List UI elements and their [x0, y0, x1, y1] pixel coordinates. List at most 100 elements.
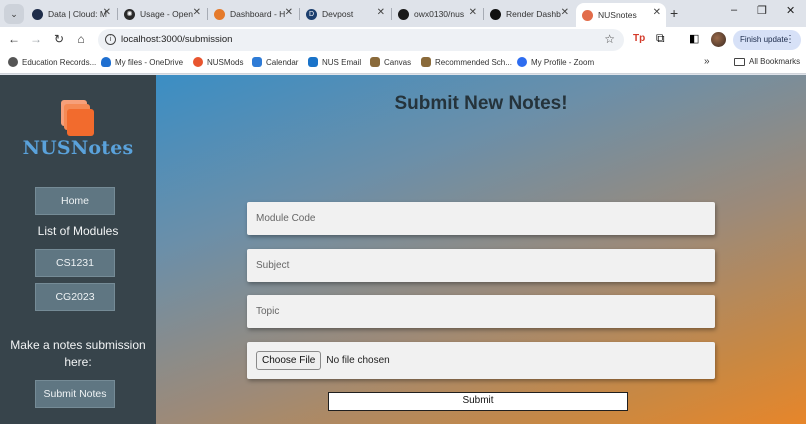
bookmark-recommended-schedule[interactable]: Recommended Sch...	[421, 57, 512, 67]
subject-input[interactable]	[247, 249, 715, 282]
bookmark-label: NUSMods	[207, 57, 244, 67]
tab-title: Devpost	[322, 9, 354, 19]
modules-heading: List of Modules	[37, 224, 119, 238]
calendar-icon	[252, 57, 262, 67]
side-panel-icon[interactable]: ◧	[689, 32, 699, 45]
tab-render-dashboard[interactable]: Render Dashb ✕	[484, 3, 574, 25]
openai-icon: ✺	[124, 8, 135, 20]
devpost-icon: D	[306, 8, 317, 20]
zoom-icon	[517, 57, 527, 67]
bookmark-label: NUS Email	[322, 57, 362, 67]
tab-title: owx0130/nus	[414, 9, 465, 19]
notes-stack-logo-icon	[61, 100, 94, 136]
tab-strip: ⌄ Data | Cloud: M ✕ ✺ Usage - Open ✕ Das…	[0, 0, 806, 27]
menu-dots-icon: ⋮	[785, 34, 795, 45]
tab-title: NUSnotes	[598, 10, 637, 20]
submission-form-area: Submit New Notes! Choose File No file ch…	[156, 75, 806, 424]
bookmarks-bar: Education Records... My files - OneDrive…	[0, 53, 806, 74]
close-icon[interactable]: ✕	[193, 7, 201, 18]
close-icon[interactable]: ✕	[653, 7, 661, 18]
bookmarks-overflow-button[interactable]: »	[704, 56, 710, 67]
home-button[interactable]: Home	[35, 187, 115, 215]
render-icon	[490, 8, 501, 20]
tab-data-cloud[interactable]: Data | Cloud: M ✕	[26, 3, 116, 25]
all-bookmarks-button[interactable]: All Bookmarks	[734, 57, 800, 66]
bookmark-label: Education Records...	[22, 57, 97, 67]
tab-usage-openai[interactable]: ✺ Usage - Open ✕	[118, 3, 206, 25]
module-code-field	[247, 202, 715, 235]
bookmark-favicon-icon	[8, 57, 18, 67]
url-text[interactable]: localhost:3000/submission	[121, 34, 232, 45]
reload-button[interactable]: ↻	[51, 32, 67, 46]
browser-toolbar: ← → ↻ ⌂ i localhost:3000/submission ☆ Tp…	[0, 27, 806, 53]
bookmark-nus-email[interactable]: NUS Email	[308, 57, 361, 67]
topic-field	[247, 295, 715, 328]
tab-title: Data | Cloud: M	[48, 9, 107, 19]
submit-button[interactable]: Submit	[328, 392, 628, 411]
bookmark-label: My files - OneDrive	[115, 57, 184, 67]
tab-favicon-icon	[32, 8, 43, 20]
minimize-button[interactable]: –	[731, 4, 737, 16]
folder-icon	[734, 57, 745, 66]
page-title: Submit New Notes!	[394, 93, 568, 114]
module-button-cs1231[interactable]: CS1231	[35, 249, 115, 277]
bookmark-label: Canvas	[384, 57, 412, 67]
close-icon[interactable]: ✕	[377, 7, 385, 18]
sidebar: NUSNotes Home List of Modules CS1231 CG2…	[0, 75, 156, 424]
app-logo-text: NUSNotes	[22, 137, 134, 159]
home-button[interactable]: ⌂	[73, 32, 89, 46]
bookmark-label: Calendar	[266, 57, 299, 67]
tab-devpost[interactable]: D Devpost ✕	[300, 3, 390, 25]
bookmark-zoom-profile[interactable]: My Profile - Zoom	[517, 57, 594, 67]
subject-field	[247, 249, 715, 282]
github-icon	[398, 8, 409, 20]
choose-file-button[interactable]: Choose File	[256, 351, 322, 370]
tab-title: Render Dashb	[506, 9, 561, 19]
finish-update-label: Finish update	[740, 35, 789, 44]
extension-icon[interactable]: Tp	[633, 33, 645, 44]
bookmark-label: Recommended Sch...	[435, 57, 512, 67]
tab-nusnotes[interactable]: NUSnotes ✕	[576, 3, 666, 27]
forward-button[interactable]: →	[28, 32, 44, 46]
file-status-text: No file chosen	[326, 355, 390, 366]
bookmark-nusmods[interactable]: NUSMods	[193, 57, 243, 67]
page-viewport: NUSNotes Home List of Modules CS1231 CG2…	[0, 75, 806, 424]
nus-crest-icon	[370, 57, 380, 67]
new-tab-button[interactable]: +	[670, 5, 678, 21]
restore-button[interactable]: ❐	[757, 4, 767, 17]
tab-favicon-icon	[214, 8, 225, 20]
close-icon[interactable]: ✕	[285, 7, 293, 18]
module-button-cg2023[interactable]: CG2023	[35, 283, 115, 311]
tab-github[interactable]: owx0130/nus ✕	[392, 3, 482, 25]
close-icon[interactable]: ✕	[469, 7, 477, 18]
extensions-puzzle-icon[interactable]: ⧉	[656, 31, 665, 46]
file-upload-field: Choose File No file chosen	[247, 342, 715, 379]
bookmark-calendar[interactable]: Calendar	[252, 57, 298, 67]
tab-search-button[interactable]: ⌄	[4, 4, 24, 24]
tab-dashboard[interactable]: Dashboard - H ✕	[208, 3, 298, 25]
close-window-button[interactable]: ✕	[786, 4, 795, 17]
submission-prompt-line1: Make a notes submission	[10, 338, 146, 352]
tab-title: Usage - Open	[140, 9, 193, 19]
back-button[interactable]: ←	[6, 32, 22, 46]
tab-title: Dashboard - H	[230, 9, 286, 19]
outlook-icon	[308, 57, 318, 67]
finish-update-button[interactable]: Finish update ⋮	[733, 30, 801, 50]
tab-favicon-icon	[582, 9, 593, 21]
nusmods-icon	[193, 57, 203, 67]
bookmark-education-records[interactable]: Education Records...	[8, 57, 96, 67]
submission-prompt-line2: here:	[64, 355, 92, 369]
profile-avatar[interactable]	[711, 32, 726, 47]
close-icon[interactable]: ✕	[103, 7, 111, 18]
bookmark-star-icon[interactable]: ☆	[604, 32, 615, 46]
submit-notes-button[interactable]: Submit Notes	[35, 380, 115, 408]
site-info-icon[interactable]: i	[105, 34, 116, 45]
module-code-input[interactable]	[247, 202, 715, 235]
nus-crest-icon	[421, 57, 431, 67]
all-bookmarks-label: All Bookmarks	[749, 57, 801, 66]
close-icon[interactable]: ✕	[561, 7, 569, 18]
bookmark-onedrive[interactable]: My files - OneDrive	[101, 57, 183, 67]
topic-input[interactable]	[247, 295, 715, 328]
bookmark-canvas[interactable]: Canvas	[370, 57, 411, 67]
address-bar[interactable]: i localhost:3000/submission ☆	[98, 29, 624, 51]
